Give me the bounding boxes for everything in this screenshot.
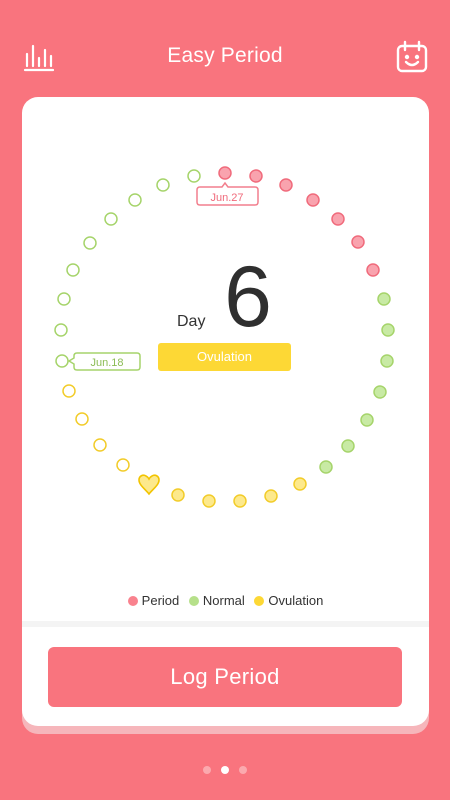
cycle-day-dot[interactable] <box>293 477 307 491</box>
cycle-day-dot[interactable] <box>306 193 320 207</box>
cycle-day-dot[interactable] <box>381 323 395 337</box>
page-dot[interactable] <box>239 766 247 774</box>
cycle-day-dot[interactable] <box>57 292 71 306</box>
legend: Period Normal Ovulation <box>22 593 429 608</box>
cycle-day-dot[interactable] <box>279 178 293 192</box>
phase-badge: Ovulation <box>158 343 291 371</box>
marker-end-callout: Jun.18 <box>67 352 141 371</box>
cycle-day-dot[interactable] <box>351 235 365 249</box>
cycle-day-dot[interactable] <box>373 385 387 399</box>
cycle-card: Jun.27 Jun.18 Day 6 Ovulation Period Nor… <box>22 97 429 726</box>
cycle-day-dot[interactable] <box>55 354 69 368</box>
heart-icon <box>138 474 160 496</box>
cycle-day-dot[interactable] <box>360 413 374 427</box>
cycle-day-dot[interactable] <box>233 494 247 508</box>
log-period-button[interactable]: Log Period <box>48 647 402 707</box>
marker-end-label: Jun.18 <box>90 357 123 369</box>
marker-start-label: Jun.27 <box>210 192 243 204</box>
cycle-day-dot[interactable] <box>156 178 170 192</box>
cycle-day-dot[interactable] <box>93 438 107 452</box>
normal-dot-icon <box>188 596 199 606</box>
cycle-day-dot[interactable] <box>62 384 76 398</box>
divider <box>22 621 429 627</box>
cycle-day-dot[interactable] <box>116 458 130 472</box>
page-dot[interactable] <box>203 766 211 774</box>
cycle-day-dot[interactable] <box>264 489 278 503</box>
cycle-day-dot[interactable] <box>54 323 68 337</box>
cycle-day-dot[interactable] <box>66 263 80 277</box>
app-header: Easy Period <box>0 0 450 112</box>
cycle-day-dot[interactable] <box>187 169 201 183</box>
legend-item-period: Period <box>127 593 179 608</box>
cycle-day-dot[interactable] <box>75 412 89 426</box>
cycle-day-dot[interactable] <box>171 488 185 502</box>
cycle-day-dot[interactable] <box>341 439 355 453</box>
cycle-day-dot[interactable] <box>319 460 333 474</box>
day-label: Day <box>177 313 206 330</box>
legend-item-normal: Normal <box>188 593 245 608</box>
marker-start-callout: Jun.27 <box>196 181 259 206</box>
cycle-day-dot[interactable] <box>128 193 142 207</box>
cycle-day-dot[interactable] <box>249 169 263 183</box>
cycle-day-dot[interactable] <box>366 263 380 277</box>
period-dot-icon <box>127 596 138 606</box>
page-title: Easy Period <box>167 44 283 67</box>
cycle-day-dot[interactable] <box>83 236 97 250</box>
cycle-day-dot[interactable] <box>380 354 394 368</box>
day-number: 6 <box>224 249 272 345</box>
page-dot-active[interactable] <box>221 766 229 774</box>
calendar-smile-icon[interactable] <box>395 40 429 74</box>
cycle-day-dot[interactable] <box>202 494 216 508</box>
ovulation-dot-icon <box>254 596 265 606</box>
cycle-day-dot[interactable] <box>218 166 232 180</box>
cycle-day-dot[interactable] <box>331 212 345 226</box>
cycle-day-dot[interactable] <box>104 212 118 226</box>
cycle-day-dot[interactable] <box>377 292 391 306</box>
page-indicator <box>200 766 250 776</box>
legend-item-ovulation: Ovulation <box>254 593 323 608</box>
